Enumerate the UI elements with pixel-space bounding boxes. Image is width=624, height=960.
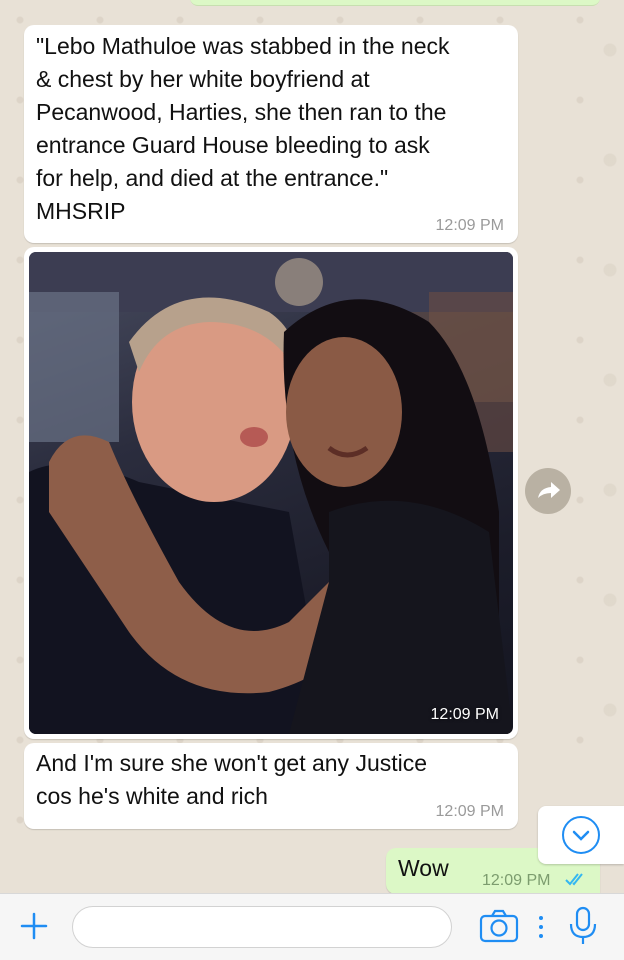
forward-icon xyxy=(538,482,560,498)
chat-area[interactable]: "Lebo Mathuloe was stabbed in the neck &… xyxy=(0,0,624,893)
scroll-to-bottom-button[interactable] xyxy=(538,806,624,864)
double-check-icon xyxy=(565,873,583,886)
message-input[interactable] xyxy=(72,906,452,948)
message-time: 12:09 PM xyxy=(482,872,551,889)
message-bubble[interactable]: And I'm sure she won't get any Justice c… xyxy=(24,743,518,829)
message-text: "Lebo Mathuloe was stabbed in the neck &… xyxy=(36,33,450,224)
plus-icon[interactable] xyxy=(16,908,52,944)
image-message-bubble[interactable]: 12:09 PM xyxy=(24,247,518,739)
more-dots-icon[interactable] xyxy=(536,914,546,940)
photo-illustration xyxy=(29,252,513,734)
message-time: 12:09 PM xyxy=(435,217,504,234)
chevron-down-icon xyxy=(572,830,590,841)
message-bubble[interactable]: "Lebo Mathuloe was stabbed in the neck &… xyxy=(24,25,518,243)
forward-button[interactable] xyxy=(525,468,571,514)
message-composer xyxy=(0,893,624,960)
message-text: Wow xyxy=(398,855,449,881)
photo-time: 12:09 PM xyxy=(430,706,499,723)
camera-icon[interactable] xyxy=(478,908,520,944)
scroll-down-circle xyxy=(562,816,600,854)
message-photo[interactable]: 12:09 PM xyxy=(29,252,513,734)
previous-outgoing-bubble-edge xyxy=(190,0,600,6)
microphone-icon[interactable] xyxy=(566,906,600,946)
message-time: 12:09 PM xyxy=(435,803,504,820)
